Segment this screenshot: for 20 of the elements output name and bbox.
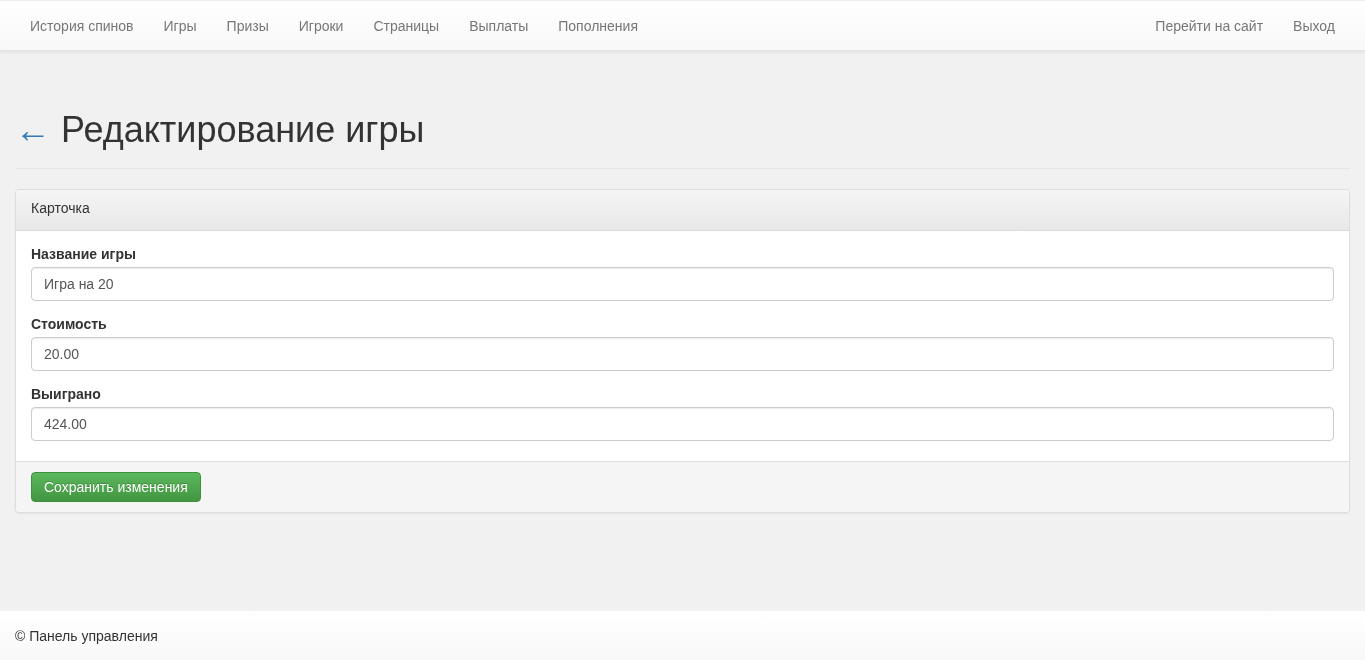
footer-text: © Панель управления xyxy=(15,627,158,644)
nav-link[interactable]: История спинов xyxy=(15,0,149,51)
panel-heading: Карточка xyxy=(16,190,1349,231)
nav-link[interactable]: Призы xyxy=(211,0,284,51)
input-field[interactable]: 20.00 xyxy=(31,337,1334,371)
nav-link[interactable]: Выплаты xyxy=(454,0,544,51)
field-label: Стоимость xyxy=(31,316,107,332)
page-title: Редактирование игры xyxy=(61,110,425,150)
nav-link[interactable]: Пополнения xyxy=(543,0,653,51)
nav-link[interactable]: Перейти на сайт xyxy=(1140,0,1279,51)
nav-link[interactable]: Выход xyxy=(1278,0,1350,51)
nav-link[interactable]: Игры xyxy=(148,0,212,51)
back-link[interactable]: ← xyxy=(15,110,51,150)
field-label: Выиграно xyxy=(31,386,101,402)
nav-link[interactable]: Игроки xyxy=(283,0,359,51)
field-label: Название игры xyxy=(31,246,136,262)
input-field[interactable]: Игра на 20 xyxy=(31,267,1334,301)
input-field[interactable]: 424.00 xyxy=(31,407,1334,441)
nav-link[interactable]: Страницы xyxy=(358,0,455,51)
save-button[interactable]: Сохранить изменения xyxy=(31,472,201,502)
